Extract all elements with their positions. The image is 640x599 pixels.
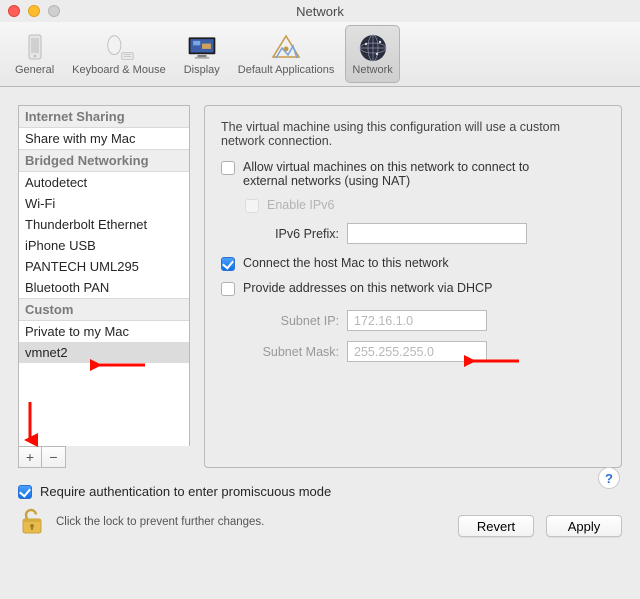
tab-label: Default Applications [238,64,335,76]
connect-host-label: Connect the host Mac to this network [243,256,449,270]
list-item[interactable]: Autodetect [19,172,189,193]
tab-label: Network [352,64,392,76]
subnet-mask-label: Subnet Mask: [239,345,339,359]
list-item[interactable]: Bluetooth PAN [19,277,189,298]
dhcp-label: Provide addresses on this network via DH… [243,281,492,295]
list-item[interactable]: Wi-Fi [19,193,189,214]
subnet-ip-row: Subnet IP: [239,310,605,331]
list-item-selected[interactable]: vmnet2 [19,342,189,363]
main-area: Internet Sharing Share with my Mac Bridg… [0,87,640,476]
connect-host-checkbox[interactable] [221,257,235,271]
tab-label: Keyboard & Mouse [72,64,166,76]
connect-host-row[interactable]: Connect the host Mac to this network [221,256,605,271]
tab-label: General [15,64,54,76]
network-list[interactable]: Internet Sharing Share with my Mac Bridg… [18,105,190,446]
require-auth-row[interactable]: Require authentication to enter promiscu… [18,484,622,499]
network-detail-panel: The virtual machine using this configura… [204,105,622,468]
ipv6-prefix-input[interactable] [347,223,527,244]
remove-network-button[interactable]: − [42,446,66,468]
ipv6-prefix-row: IPv6 Prefix: [239,223,605,244]
list-item[interactable]: Private to my Mac [19,321,189,342]
dhcp-row[interactable]: Provide addresses on this network via DH… [221,281,605,296]
tab-general[interactable]: General [8,25,61,83]
allow-nat-checkbox[interactable] [221,161,235,175]
applications-icon [270,32,302,64]
subnet-ip-input[interactable] [347,310,487,331]
list-item[interactable]: iPhone USB [19,235,189,256]
allow-nat-label: Allow virtual machines on this network t… [243,160,573,188]
require-auth-checkbox[interactable] [18,485,32,499]
subnet-ip-label: Subnet IP: [239,314,339,328]
tab-label: Display [184,64,220,76]
ipv6-prefix-label: IPv6 Prefix: [239,227,339,241]
dialog-buttons: Revert Apply [458,515,622,537]
list-item[interactable]: Share with my Mac [19,128,189,149]
lock-text: Click the lock to prevent further change… [56,516,264,528]
footer: Require authentication to enter promiscu… [0,476,640,551]
list-item[interactable]: PANTECH UML295 [19,256,189,277]
window-title: Network [0,4,640,19]
subnet-mask-row: Subnet Mask: [239,341,605,362]
title-bar: Network [0,0,640,22]
add-remove-bar: + − [18,446,190,468]
tab-network[interactable]: Network [345,25,399,83]
tab-display[interactable]: Display [177,25,227,83]
apply-button[interactable]: Apply [546,515,622,537]
enable-ipv6-checkbox [245,199,259,213]
enable-ipv6-label: Enable IPv6 [267,198,334,212]
add-network-button[interactable]: + [18,446,42,468]
lock-open-icon[interactable] [18,507,46,537]
preferences-toolbar: General Keyboard & Mouse Display Default… [0,22,640,87]
panel-description: The virtual machine using this configura… [221,120,605,148]
network-globe-icon [357,32,389,64]
display-icon [186,32,218,64]
group-header-internet-sharing: Internet Sharing [19,106,189,128]
list-item[interactable]: Thunderbolt Ethernet [19,214,189,235]
tab-keyboard-mouse[interactable]: Keyboard & Mouse [65,25,173,83]
iphone-icon [19,32,51,64]
sidebar-wrap: Internet Sharing Share with my Mac Bridg… [18,105,190,468]
mouse-icon [103,32,135,64]
group-header-bridged: Bridged Networking [19,149,189,172]
revert-button[interactable]: Revert [458,515,534,537]
enable-ipv6-row: Enable IPv6 [245,198,605,213]
group-header-custom: Custom [19,298,189,321]
subnet-mask-input[interactable] [347,341,487,362]
dhcp-checkbox[interactable] [221,282,235,296]
tab-default-applications[interactable]: Default Applications [231,25,342,83]
allow-nat-row[interactable]: Allow virtual machines on this network t… [221,160,605,188]
require-auth-label: Require authentication to enter promiscu… [40,484,331,499]
